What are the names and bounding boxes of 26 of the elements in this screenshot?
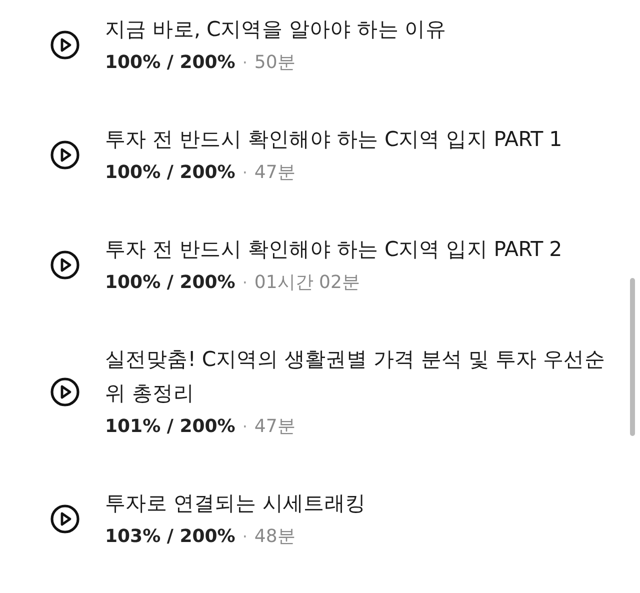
separator: · (242, 52, 248, 72)
play-icon[interactable] (50, 30, 80, 60)
scrollbar-thumb[interactable] (630, 278, 635, 436)
lesson-title[interactable]: 투자 전 반드시 확인해야 하는 C지역 입지 PART 1 (105, 122, 562, 156)
duration-text: 50분 (254, 51, 296, 74)
play-icon[interactable] (50, 377, 80, 407)
lesson-title[interactable]: 지금 바로, C지역을 알아야 하는 이유 (105, 12, 446, 46)
progress-text: 100% / 200% (105, 162, 236, 182)
separator: · (242, 162, 248, 182)
duration-text: 01시간 02분 (254, 271, 360, 294)
progress-text: 101% / 200% (105, 416, 236, 436)
duration-text: 47분 (254, 415, 296, 438)
duration-text: 48분 (254, 525, 296, 548)
lesson-title[interactable]: 실전맞춤! C지역의 생활권별 가격 분석 및 투자 우선순위 총정리 (105, 342, 616, 410)
progress-text: 103% / 200% (105, 526, 236, 546)
separator: · (242, 416, 248, 436)
separator: · (242, 526, 248, 546)
progress-text: 100% / 200% (105, 52, 236, 72)
progress-text: 100% / 200% (105, 272, 236, 292)
separator: · (242, 272, 248, 292)
play-icon[interactable] (50, 140, 80, 170)
lesson-title[interactable]: 투자 전 반드시 확인해야 하는 C지역 입지 PART 2 (105, 232, 562, 266)
play-icon[interactable] (50, 250, 80, 280)
duration-text: 47분 (254, 161, 296, 184)
lesson-title[interactable]: 투자로 연결되는 시세트래킹 (105, 486, 366, 520)
play-icon[interactable] (50, 504, 80, 534)
